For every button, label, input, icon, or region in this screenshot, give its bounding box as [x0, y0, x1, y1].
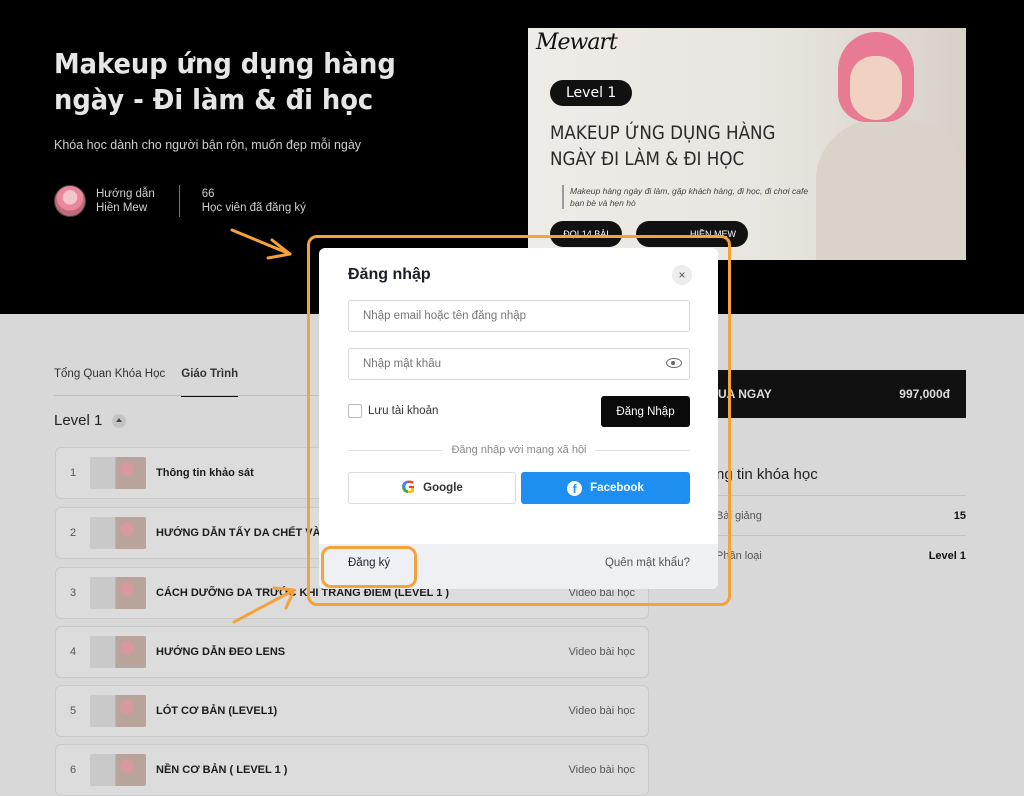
lesson-type: Video bài học: [568, 764, 635, 776]
instructor-name: Hiền Mew: [96, 202, 148, 214]
course-banner-image: Mewart Level 1 MAKEUP ỨNG DỤNG HÀNG NGÀY…: [528, 28, 966, 260]
highlight-register-box: [321, 546, 417, 588]
instructor-info: Hướng dẫn Hiền Mew: [96, 187, 155, 215]
course-info-title: ng tin khóa học: [716, 466, 818, 483]
meta-divider: [178, 185, 180, 217]
course-tabs: Tổng Quan Khóa Học Giáo Trình: [54, 368, 239, 397]
course-subtitle: Khóa học dành cho người bận rộn, muốn đẹ…: [54, 138, 362, 152]
course-title: Makeup ứng dụng hàng ngày - Đi làm & đi …: [54, 47, 396, 116]
lesson-thumbnail: [90, 517, 146, 549]
lesson-number: 6: [69, 764, 77, 776]
info-row-category: Phân loại Level 1: [716, 535, 966, 575]
arrow-icon: [232, 586, 296, 624]
banner-description: Makeup hàng ngày đi làm, gặp khách hàng,…: [562, 185, 822, 209]
model-photo: [808, 28, 966, 260]
lesson-title: LÓT CƠ BẢN (LEVEL1): [156, 705, 278, 717]
students-info: 66 Học viên đã đăng ký: [202, 187, 306, 215]
tab-overview[interactable]: Tổng Quan Khóa Học: [54, 368, 165, 397]
info-value: Level 1: [928, 549, 966, 562]
banner-heading: MAKEUP ỨNG DỤNG HÀNG NGÀY ĐI LÀM & ĐI HỌ…: [550, 122, 776, 170]
lesson-number: 4: [69, 646, 77, 658]
students-label: Học viên đã đăng ký: [201, 202, 306, 214]
info-value: 15: [953, 509, 966, 522]
lesson-number: 1: [69, 467, 77, 479]
brand-logo: Mewart: [536, 30, 618, 55]
course-price: 997,000đ: [899, 387, 950, 401]
lesson-thumbnail: [90, 577, 146, 609]
lesson-type: Video bài học: [568, 646, 635, 658]
lesson-thumbnail: [90, 754, 146, 786]
lesson-row[interactable]: 4 HƯỚNG DẪN ĐEO LENS Video bài học: [55, 626, 649, 678]
level-header[interactable]: Level 1: [54, 412, 127, 429]
lesson-number: 5: [69, 705, 77, 717]
info-row-lessons: Bài giảng 15: [716, 495, 966, 535]
collapse-caret-icon[interactable]: [112, 413, 127, 428]
lesson-number: 3: [69, 587, 77, 599]
students-count: 66: [201, 188, 215, 200]
tab-curriculum[interactable]: Giáo Trình: [181, 368, 239, 397]
level-title: Level 1: [54, 412, 103, 429]
lesson-title: NỀN CƠ BẢN ( LEVEL 1 ): [156, 764, 288, 776]
banner-level-pill: Level 1: [550, 80, 633, 106]
lesson-type: Video bài học: [568, 705, 635, 717]
lesson-thumbnail: [90, 636, 146, 668]
lesson-title: HƯỚNG DẪN ĐEO LENS: [156, 646, 286, 658]
lesson-number: 2: [69, 527, 77, 539]
lesson-thumbnail: [90, 457, 146, 489]
lesson-row[interactable]: 5 LÓT CƠ BẢN (LEVEL1) Video bài học: [55, 685, 649, 737]
lesson-row[interactable]: 6 NỀN CƠ BẢN ( LEVEL 1 ) Video bài học: [55, 744, 649, 796]
buy-now-button[interactable]: UA NGAY 997,000đ: [696, 370, 966, 418]
course-meta: Hướng dẫn Hiền Mew 66 Học viên đã đăng k…: [54, 185, 306, 217]
instructor-avatar: [54, 185, 86, 217]
instructor-label: Hướng dẫn: [96, 188, 155, 200]
arrow-icon: [230, 228, 292, 260]
lesson-thumbnail: [90, 695, 146, 727]
